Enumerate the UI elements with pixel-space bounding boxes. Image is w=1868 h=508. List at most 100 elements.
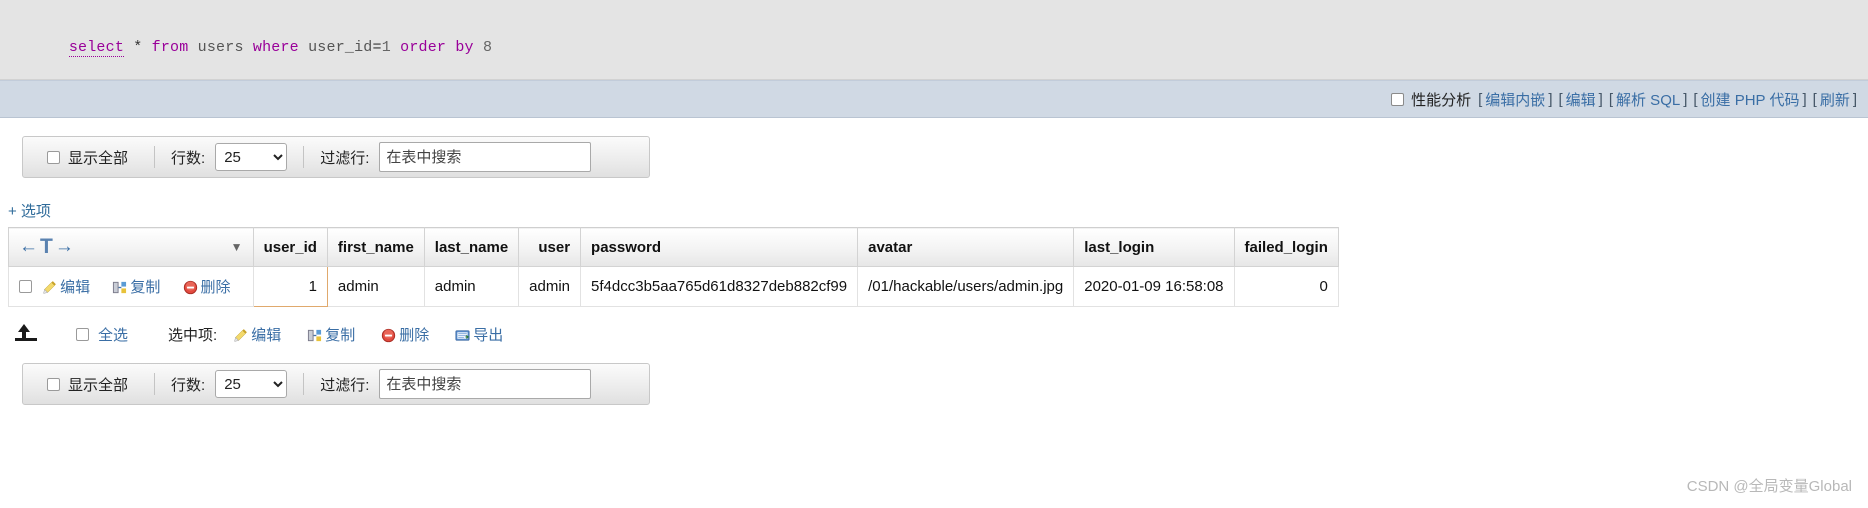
results-table-head: ← T → ▼ user_id first_name last_name use…: [8, 227, 1339, 267]
sql-query-panel: select * from users where user_id=1 orde…: [0, 0, 1868, 80]
cell-last-name: admin: [423, 266, 520, 307]
select-all-link[interactable]: 全选: [98, 324, 128, 345]
filter-rows-label: 过滤行:: [320, 149, 370, 167]
csdn-watermark: CSDN @全局变量Global: [1686, 478, 1852, 495]
bracket-close-2: ]: [1598, 90, 1603, 108]
cell-first-name: admin: [326, 266, 425, 307]
show-options-link[interactable]: + 选项: [8, 200, 51, 221]
sql-space-4: [244, 39, 253, 56]
rows-per-page-select[interactable]: 25: [215, 143, 288, 171]
show-all-checkbox[interactable]: [47, 150, 60, 164]
delete-icon: [382, 328, 396, 342]
sql-space-7: [446, 39, 455, 56]
results-table-wrapper: ← T → ▼ user_id first_name last_name use…: [8, 227, 1868, 307]
rows-per-page-select-bottom[interactable]: 25: [215, 370, 288, 398]
results-table: ← T → ▼ user_id first_name last_name use…: [8, 227, 1339, 307]
bracket-close-1: ]: [1548, 90, 1553, 108]
sql-query-text: select * from users where user_id=1 orde…: [0, 22, 1868, 73]
sql-space-1: [124, 39, 133, 56]
sql-token-select: select: [68, 39, 125, 57]
row-nav-header: ← T → ▼: [8, 227, 254, 267]
copy-icon: [308, 329, 322, 341]
delete-row-link[interactable]: 删除: [183, 279, 231, 296]
chevron-down-icon[interactable]: ▼: [231, 240, 243, 254]
bulk-delete-item: 删除: [381, 324, 429, 345]
cell-password: 5f4dcc3b5aa765d61d8327deb882cf99: [580, 266, 859, 307]
table-row: 编辑 复制 删除 1 admin admin admin 5f4dcc3b5aa…: [8, 266, 1339, 307]
filter-rows-input-bottom[interactable]: [379, 369, 592, 399]
profiling-checkbox[interactable]: [1391, 92, 1405, 106]
row-nav-icons: ← T →: [19, 235, 243, 259]
arrow-right-icon[interactable]: →: [55, 236, 74, 258]
bulk-export-link[interactable]: 导出: [455, 324, 503, 345]
sql-space-2: [142, 39, 151, 56]
select-all-arrow[interactable]: [14, 321, 54, 347]
sql-space-8: [474, 39, 483, 56]
bottom-options-bar: 显示全部 行数: 25 过滤行:: [22, 363, 650, 405]
cell-last-login: 2020-01-09 16:58:08: [1073, 266, 1235, 307]
sql-token-equals: =: [372, 39, 382, 56]
arrow-left-icon[interactable]: ←: [19, 236, 38, 258]
edit-row-link[interactable]: 编辑: [42, 279, 94, 296]
bulk-delete-link[interactable]: 删除: [381, 324, 429, 345]
column-header-user-id[interactable]: user_id: [252, 227, 328, 267]
cell-user-id: 1: [252, 266, 328, 307]
row-select-checkbox[interactable]: [19, 280, 32, 293]
sql-token-from: from: [151, 39, 189, 56]
bulk-actions-bar: 全选 选中项: 编辑 复制 删除 导出: [14, 321, 1868, 347]
options-divider-bottom-2: [303, 373, 305, 395]
bulk-edit-link[interactable]: 编辑: [233, 324, 281, 345]
column-header-first-name[interactable]: first_name: [326, 227, 425, 267]
bulk-export-item: 导出: [455, 324, 503, 345]
show-all-checkbox-bottom[interactable]: [47, 377, 60, 391]
bulk-export-label: 导出: [473, 326, 504, 344]
sql-space-6: [391, 39, 400, 56]
pencil-icon: [43, 281, 57, 294]
create-php-code-link[interactable]: 创建 PHP 代码: [1701, 89, 1800, 110]
edit-link[interactable]: 编辑: [1566, 89, 1596, 110]
sql-token-table: users: [197, 39, 244, 56]
t-bar-icon[interactable]: T: [40, 235, 53, 259]
copy-row-link[interactable]: 复制: [112, 279, 164, 296]
select-all-checkbox[interactable]: [76, 327, 89, 341]
edit-row-label: 编辑: [60, 279, 91, 296]
rows-label-bottom: 行数:: [171, 376, 206, 394]
sql-token-where: where: [252, 39, 299, 56]
sql-token-by: by: [455, 39, 474, 56]
column-header-password[interactable]: password: [580, 227, 859, 267]
profiling-label: 性能分析: [1411, 91, 1472, 109]
column-header-avatar[interactable]: avatar: [857, 227, 1075, 267]
with-selected-label: 选中项:: [168, 326, 218, 344]
filter-rows-label-bottom: 过滤行:: [320, 376, 370, 394]
options-divider-2: [303, 146, 305, 168]
arrow-up-icon: [15, 324, 37, 341]
column-header-last-login[interactable]: last_login: [1073, 227, 1235, 267]
filter-rows-input[interactable]: [379, 142, 592, 172]
show-all-label-bottom: 显示全部: [68, 376, 129, 394]
rows-label: 行数:: [171, 149, 206, 167]
bulk-copy-link[interactable]: 复制: [307, 324, 355, 345]
options-divider: [154, 146, 156, 168]
export-icon: [455, 329, 470, 341]
sql-token-orderidx: 8: [482, 39, 493, 56]
column-header-last-name[interactable]: last_name: [423, 227, 520, 267]
bulk-edit-item: 编辑: [233, 324, 281, 345]
bracket-close-5: ]: [1852, 90, 1857, 108]
top-options-bar: 显示全部 行数: 25 过滤行:: [22, 136, 650, 178]
explain-sql-link[interactable]: 解析 SQL: [1616, 89, 1680, 110]
bulk-copy-label: 复制: [325, 326, 356, 344]
edit-inline-link[interactable]: 编辑内嵌: [1485, 89, 1545, 110]
pencil-icon: [234, 328, 248, 342]
bracket-open-4: [: [1693, 90, 1698, 108]
column-header-failed-login[interactable]: failed_login: [1233, 227, 1339, 267]
sql-token-order: order: [400, 39, 447, 56]
refresh-link[interactable]: 刷新: [1820, 89, 1850, 110]
sql-token-value: 1: [381, 39, 391, 56]
delete-row-label: 删除: [200, 279, 231, 296]
cell-failed-login: 0: [1233, 266, 1339, 307]
bracket-close-4: ]: [1802, 90, 1807, 108]
results-header-row: ← T → ▼ user_id first_name last_name use…: [8, 227, 1339, 267]
show-all-label: 显示全部: [68, 149, 129, 167]
options-divider-bottom: [154, 373, 156, 395]
column-header-user[interactable]: user: [518, 227, 582, 267]
